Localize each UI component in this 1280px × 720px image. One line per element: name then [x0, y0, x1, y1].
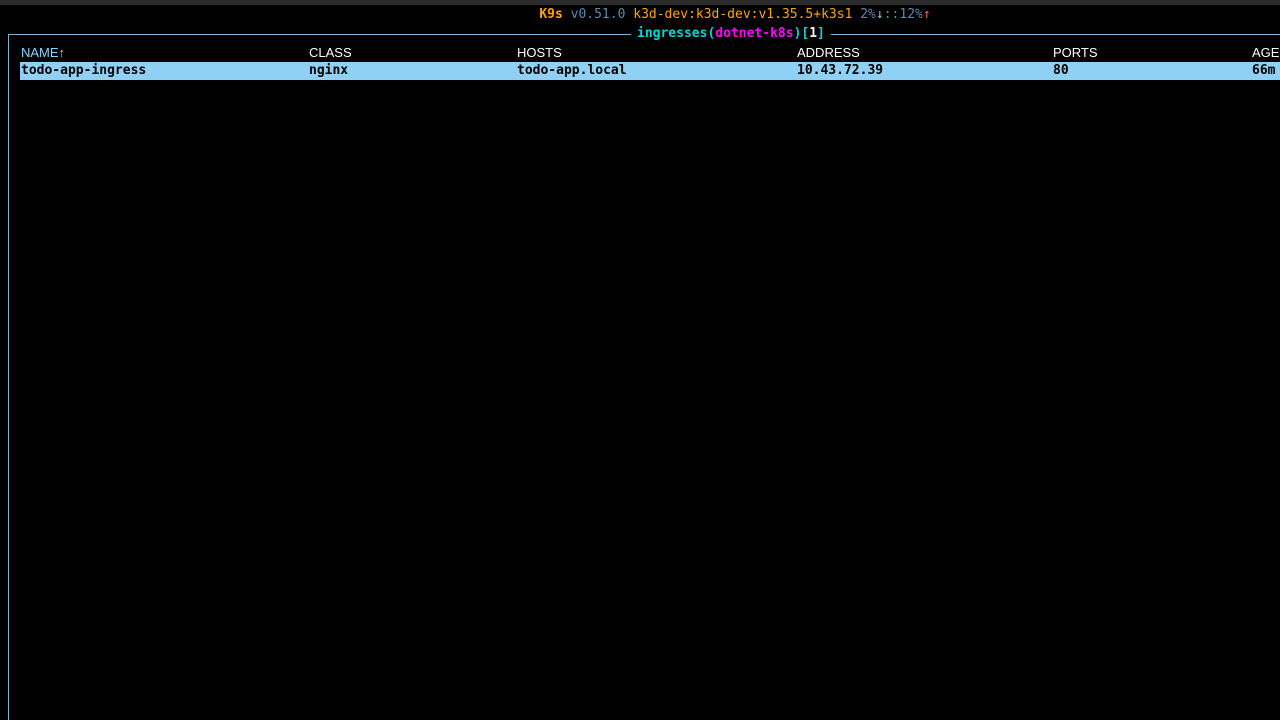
cell-ports: 80 — [1053, 63, 1069, 78]
cpu-usage: 2% — [860, 7, 876, 22]
metrics-separator: :: — [883, 7, 900, 22]
ingress-table: NAME↑ CLASS HOSTS ADDRESS PORTS AGE todo… — [20, 44, 1280, 80]
cluster-context: k3d-dev:k3d-dev:v1.35.5+k3s1 — [633, 7, 853, 22]
table-row[interactable]: todo-app-ingress nginx todo-app.local 10… — [20, 62, 1280, 80]
close-bracket: ] — [817, 26, 825, 41]
column-header-address[interactable]: ADDRESS — [797, 44, 860, 62]
cell-hosts: todo-app.local — [517, 63, 627, 78]
namespace-label: dotnet-k8s — [715, 26, 794, 41]
column-header-name[interactable]: NAME↑ — [21, 44, 65, 62]
column-header-hosts[interactable]: HOSTS — [517, 44, 562, 62]
column-header-ports[interactable]: PORTS — [1053, 44, 1098, 62]
status-bar: K9s v0.51.0 k3d-dev:k3d-dev:v1.35.5+k3s1… — [0, 6, 1280, 24]
resource-count: 1 — [809, 26, 818, 41]
mem-usage: 12% — [899, 7, 923, 22]
resource-type: ingresses — [637, 26, 708, 41]
column-header-age[interactable]: AGE — [1252, 44, 1279, 62]
app-logo: K9s — [539, 7, 563, 22]
window-top-strip — [0, 0, 1280, 5]
cell-class: nginx — [309, 63, 349, 78]
cell-address: 10.43.72.39 — [797, 63, 884, 78]
cell-name: todo-app-ingress — [21, 63, 147, 78]
resource-view-frame — [8, 34, 1280, 720]
mem-trend-up-icon: ↑ — [922, 7, 931, 22]
app-version: v0.51.0 — [570, 7, 626, 22]
table-header: NAME↑ CLASS HOSTS ADDRESS PORTS AGE — [20, 44, 1280, 62]
cpu-trend-down-icon: ↓ — [875, 7, 884, 22]
cell-age: 66m — [1252, 63, 1276, 78]
column-header-class[interactable]: CLASS — [309, 44, 352, 62]
view-title: ingresses(dotnet-k8s)[1] — [631, 25, 831, 43]
